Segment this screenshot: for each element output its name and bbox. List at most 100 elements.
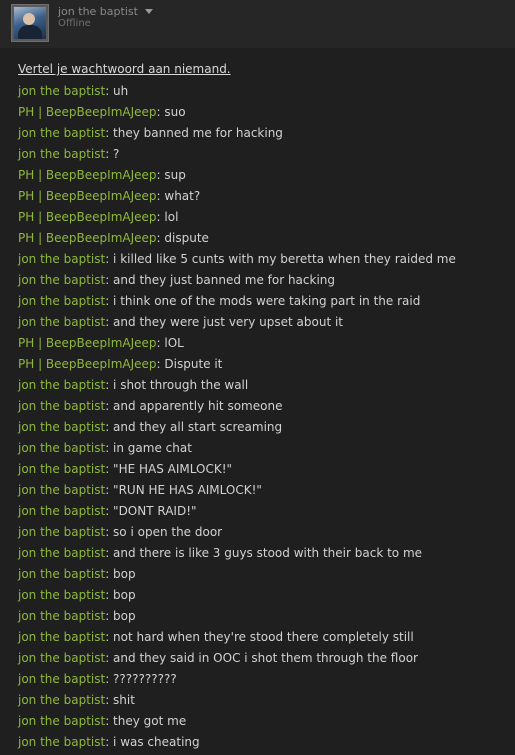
message-sender[interactable]: jon the baptist <box>18 693 105 707</box>
message-text: sup <box>164 168 186 182</box>
message-sender[interactable]: jon the baptist <box>18 630 105 644</box>
message-text: and they all start screaming <box>113 420 283 434</box>
message-text: bop <box>113 588 136 602</box>
message-separator: : <box>105 126 114 140</box>
message-sender[interactable]: PH | BeepBeepImAJeep <box>18 189 157 203</box>
message-sender[interactable]: jon the baptist <box>18 126 105 140</box>
chat-message: jon the baptist: uh <box>18 83 515 104</box>
message-text: what? <box>164 189 201 203</box>
chat-message: jon the baptist: they banned me for hack… <box>18 125 515 146</box>
message-sender[interactable]: jon the baptist <box>18 273 105 287</box>
chat-message: PH | BeepBeepImAJeep: lol <box>18 209 515 230</box>
message-sender[interactable]: PH | BeepBeepImAJeep <box>18 231 157 245</box>
message-text: lOL <box>164 336 184 350</box>
message-text: i was cheating <box>113 735 200 749</box>
message-text: suo <box>164 105 186 119</box>
message-sender[interactable]: jon the baptist <box>18 315 105 329</box>
username-dropdown[interactable]: jon the baptist <box>58 5 153 18</box>
message-sender[interactable]: jon the baptist <box>18 672 105 686</box>
message-sender[interactable]: jon the baptist <box>18 546 105 560</box>
message-sender[interactable]: jon the baptist <box>18 609 105 623</box>
message-sender[interactable]: jon the baptist <box>18 567 105 581</box>
message-text: they got me <box>113 714 187 728</box>
message-sender[interactable]: jon the baptist <box>18 147 105 161</box>
message-sender[interactable]: jon the baptist <box>18 441 105 455</box>
message-text: "HE HAS AIMLOCK!" <box>113 462 233 476</box>
chat-message: PH | BeepBeepImAJeep: dispute <box>18 230 515 251</box>
message-separator: : <box>105 483 114 497</box>
message-sender[interactable]: jon the baptist <box>18 462 105 476</box>
message-sender[interactable]: jon the baptist <box>18 420 105 434</box>
message-text: lol <box>164 210 179 224</box>
message-separator: : <box>105 462 114 476</box>
message-separator: : <box>105 525 114 539</box>
chat-message: PH | BeepBeepImAJeep: sup <box>18 167 515 188</box>
chat-message: jon the baptist: bop <box>18 566 515 587</box>
message-separator: : <box>105 147 114 161</box>
message-separator: : <box>105 630 114 644</box>
message-sender[interactable]: jon the baptist <box>18 378 105 392</box>
message-sender[interactable]: PH | BeepBeepImAJeep <box>18 168 157 182</box>
message-sender[interactable]: jon the baptist <box>18 483 105 497</box>
message-text: ? <box>113 147 120 161</box>
message-sender[interactable]: jon the baptist <box>18 651 105 665</box>
message-separator: : <box>105 567 114 581</box>
message-separator: : <box>105 420 114 434</box>
message-sender[interactable]: PH | BeepBeepImAJeep <box>18 336 157 350</box>
message-sender[interactable]: jon the baptist <box>18 525 105 539</box>
chat-message: jon the baptist: shit <box>18 692 515 713</box>
message-text: i killed like 5 cunts with my beretta wh… <box>113 252 456 266</box>
message-separator: : <box>105 735 114 749</box>
message-text: "DONT RAID!" <box>113 504 197 518</box>
chat-message: jon the baptist: i was cheating <box>18 734 515 755</box>
chat-message: jon the baptist: bop <box>18 587 515 608</box>
message-text: and they said in OOC i shot them through… <box>113 651 418 665</box>
message-text: uh <box>113 84 129 98</box>
message-separator: : <box>105 315 114 329</box>
avatar[interactable] <box>11 4 49 42</box>
message-text: bop <box>113 609 136 623</box>
message-sender[interactable]: jon the baptist <box>18 399 105 413</box>
message-sender[interactable]: PH | BeepBeepImAJeep <box>18 357 157 371</box>
username-label: jon the baptist <box>58 5 138 18</box>
chat-message: jon the baptist: and there is like 3 guy… <box>18 545 515 566</box>
chevron-down-icon[interactable] <box>144 9 153 14</box>
message-sender[interactable]: jon the baptist <box>18 588 105 602</box>
message-sender[interactable]: jon the baptist <box>18 504 105 518</box>
message-text: Dispute it <box>164 357 223 371</box>
chat-message: jon the baptist: bop <box>18 608 515 629</box>
message-text: and they just banned me for hacking <box>113 273 336 287</box>
message-sender[interactable]: jon the baptist <box>18 294 105 308</box>
message-separator: : <box>105 672 114 686</box>
chat-message: PH | BeepBeepImAJeep: lOL <box>18 335 515 356</box>
chat-message: jon the baptist: and they said in OOC i … <box>18 650 515 671</box>
chat-message: jon the baptist: in game chat <box>18 440 515 461</box>
message-separator: : <box>105 378 114 392</box>
message-text: they banned me for hacking <box>113 126 283 140</box>
chat-message: jon the baptist: and they were just very… <box>18 314 515 335</box>
message-sender[interactable]: jon the baptist <box>18 735 105 749</box>
message-sender[interactable]: jon the baptist <box>18 84 105 98</box>
avatar-body-shape <box>18 25 42 39</box>
chat-message: jon the baptist: they got me <box>18 713 515 734</box>
chat-message: PH | BeepBeepImAJeep: what? <box>18 188 515 209</box>
chat-message: jon the baptist: and they just banned me… <box>18 272 515 293</box>
message-separator: : <box>105 504 114 518</box>
message-separator: : <box>105 588 114 602</box>
message-separator: : <box>105 651 114 665</box>
chat-log[interactable]: Vertel je wachtwoord aan niemand. jon th… <box>0 48 515 749</box>
message-text: i shot through the wall <box>113 378 249 392</box>
message-text: shit <box>113 693 135 707</box>
chat-message: jon the baptist: ?????????? <box>18 671 515 692</box>
message-sender[interactable]: PH | BeepBeepImAJeep <box>18 210 157 224</box>
message-text: ?????????? <box>113 672 177 686</box>
message-sender[interactable]: jon the baptist <box>18 714 105 728</box>
message-separator: : <box>105 546 114 560</box>
chat-message: jon the baptist: so i open the door <box>18 524 515 545</box>
message-separator: : <box>105 273 114 287</box>
message-sender[interactable]: jon the baptist <box>18 252 105 266</box>
message-sender[interactable]: PH | BeepBeepImAJeep <box>18 105 157 119</box>
chat-message: jon the baptist: and apparently hit some… <box>18 398 515 419</box>
message-text: not hard when they're stood there comple… <box>113 630 414 644</box>
chat-message: PH | BeepBeepImAJeep: suo <box>18 104 515 125</box>
